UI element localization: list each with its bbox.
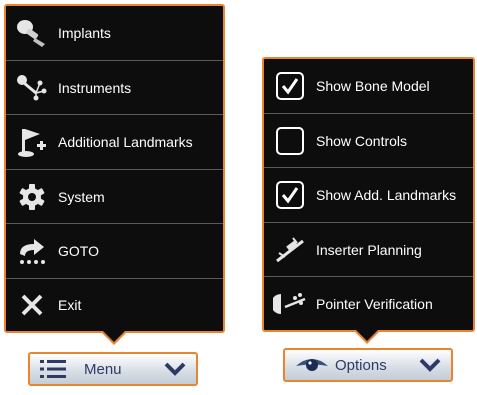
menu-item-label: System	[58, 188, 105, 205]
inserter-planning-icon	[264, 223, 316, 276]
implant-icon	[6, 6, 58, 60]
option-show-add-landmarks[interactable]: Show Add. Landmarks	[264, 168, 473, 223]
list-icon	[40, 359, 66, 379]
menu-item-instruments[interactable]: Instruments	[6, 61, 223, 115]
options-button[interactable]: Options	[283, 348, 453, 382]
checkbox-unchecked[interactable]	[276, 126, 304, 155]
option-checkbox-cell	[264, 168, 316, 222]
chevron-down-icon	[164, 362, 186, 376]
option-label: Show Add. Landmarks	[316, 187, 457, 203]
checkbox-checked[interactable]	[276, 181, 304, 209]
eye-icon	[295, 355, 329, 375]
menu-button-label: Menu	[84, 360, 122, 378]
option-label: Show Controls	[316, 132, 408, 149]
option-label: Pointer Verification	[316, 295, 433, 312]
menu-item-label: GOTO	[58, 243, 99, 259]
close-icon	[6, 279, 58, 331]
menu-item-label: Additional Landmarks	[58, 134, 193, 150]
menu-pointer	[103, 331, 125, 342]
options-button-label: Options	[335, 356, 387, 374]
options-pointer	[356, 330, 378, 341]
goto-icon	[6, 224, 58, 278]
option-inserter-planning[interactable]: Inserter Planning	[264, 223, 473, 277]
checkbox-checked[interactable]	[276, 72, 304, 100]
menu-item-implants[interactable]: Implants	[6, 6, 223, 61]
menu-item-label: Exit	[58, 297, 82, 313]
menu-item-label: Instruments	[58, 79, 132, 96]
option-checkbox-cell	[264, 59, 316, 113]
instruments-icon	[6, 61, 58, 114]
option-checkbox-cell	[264, 114, 316, 167]
option-label: Show Bone Model	[316, 78, 430, 94]
menu-item-label: Implants	[58, 25, 111, 41]
add-landmark-flag-icon	[6, 115, 58, 169]
pointer-verification-icon	[264, 277, 316, 330]
gear-icon	[6, 170, 58, 223]
chevron-down-icon	[419, 358, 441, 372]
menu-item-additional-landmarks[interactable]: Additional Landmarks	[6, 115, 223, 170]
menu-button[interactable]: Menu	[28, 352, 198, 386]
option-show-bone-model[interactable]: Show Bone Model	[264, 59, 473, 114]
menu-item-system[interactable]: System	[6, 170, 223, 224]
option-show-controls[interactable]: Show Controls	[264, 114, 473, 168]
options-panel: Show Bone Model Show Controls Show Add. …	[262, 57, 475, 332]
main-menu-panel: Implants Instruments Additional Landmark…	[4, 4, 225, 333]
option-label: Inserter Planning	[316, 241, 422, 258]
option-pointer-verification[interactable]: Pointer Verification	[264, 277, 473, 330]
menu-item-goto[interactable]: GOTO	[6, 224, 223, 279]
menu-item-exit[interactable]: Exit	[6, 279, 223, 331]
